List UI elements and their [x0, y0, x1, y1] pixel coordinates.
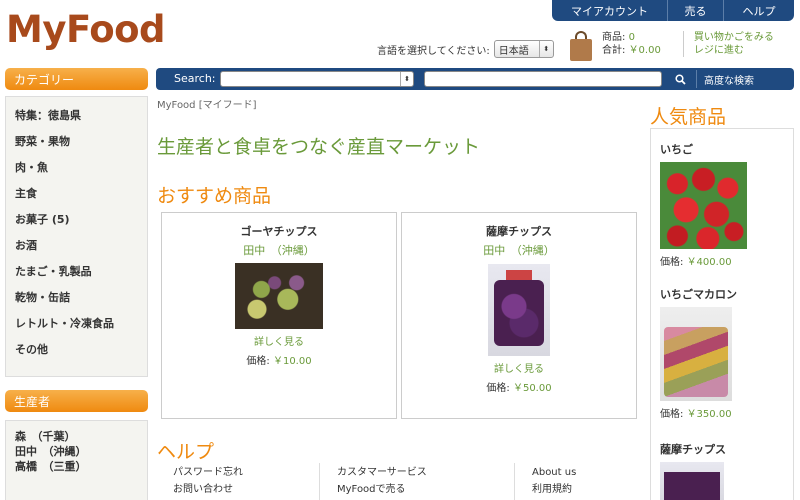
- producer-item[interactable]: 森 （千葉）: [15, 429, 138, 444]
- category-item[interactable]: 肉・魚: [6, 155, 147, 181]
- sell-link[interactable]: 売る: [668, 0, 724, 21]
- price-value: ￥10.00: [272, 356, 312, 367]
- category-item[interactable]: たまご・乳製品: [6, 259, 147, 285]
- category-item[interactable]: お菓子 (5): [6, 207, 147, 233]
- language-selector: 言語を選択してください: 日本語 ⬍: [377, 40, 554, 58]
- chevron-updown-icon: ⬍: [400, 72, 413, 86]
- sell-on-myfood-link[interactable]: MyFoodで売る: [337, 481, 427, 498]
- popular-item: いちごマカロン 価格: ￥350.00: [660, 286, 737, 420]
- category-item[interactable]: 乾物・缶詰: [6, 285, 147, 311]
- popular-title: 人気商品: [650, 106, 727, 128]
- category-item[interactable]: 野菜・果物: [6, 129, 147, 155]
- help-title: ヘルプ: [157, 441, 215, 463]
- product-card: 薩摩チップス 田中 （沖縄） 詳しく見る 価格: ￥50.00: [401, 212, 637, 419]
- view-cart-link[interactable]: 買い物かごをみる: [694, 31, 774, 44]
- help-column: パスワード忘れ お問い合わせ: [173, 464, 243, 498]
- product-card: ゴーヤチップス 田中 （沖縄） 詳しく見る 価格: ￥10.00: [161, 212, 397, 419]
- popular-item-name[interactable]: いちご: [660, 141, 747, 157]
- language-selected: 日本語: [498, 45, 529, 57]
- cart-total-value: ￥0.00: [628, 45, 661, 56]
- customer-service-link[interactable]: カスタマーサービス: [337, 464, 427, 481]
- product-farmer-link[interactable]: 田中 （沖縄）: [402, 242, 636, 258]
- details-link[interactable]: 詳しく見る: [402, 360, 636, 375]
- cart-total-label: 合計:: [602, 45, 626, 56]
- help-column: About us 利用規約: [532, 464, 576, 498]
- divider: [514, 463, 515, 500]
- language-select[interactable]: 日本語 ⬍: [493, 40, 554, 58]
- page-tagline: 生産者と食卓をつなぐ産直マーケット: [157, 136, 481, 158]
- price-value: ￥350.00: [686, 409, 732, 420]
- product-image[interactable]: [235, 263, 323, 329]
- my-account-link[interactable]: マイアカウント: [552, 0, 668, 21]
- product-image[interactable]: [660, 162, 747, 249]
- top-nav: マイアカウント 売る ヘルプ: [552, 0, 794, 21]
- search-icon: [674, 73, 686, 85]
- product-image[interactable]: [660, 462, 724, 500]
- divider: [319, 463, 320, 500]
- price-value: ￥400.00: [686, 257, 732, 268]
- cart-summary: 商品: 0 合計: ￥0.00 買い物かごをみる レジに進む: [570, 31, 774, 61]
- category-item[interactable]: お酒: [6, 233, 147, 259]
- price-label: 価格:: [660, 257, 684, 268]
- search-category-select[interactable]: ⬍: [220, 71, 414, 87]
- shopping-bag-icon[interactable]: [570, 31, 592, 61]
- popular-item-name[interactable]: いちごマカロン: [660, 286, 737, 302]
- product-farmer-link[interactable]: 田中 （沖縄）: [162, 242, 396, 258]
- producer-item[interactable]: 田中 （沖縄）: [15, 444, 138, 459]
- chevron-updown-icon: ⬍: [538, 41, 553, 57]
- product-image[interactable]: [660, 307, 732, 401]
- search-bar: Search: ⬍ 高度な検索: [156, 68, 794, 90]
- category-header: カテゴリー: [5, 68, 148, 90]
- recommended-title: おすすめ商品: [157, 185, 272, 207]
- popular-list: いちご 価格: ￥400.00 いちごマカロン 価格: ￥350.00 薩摩チッ…: [650, 128, 794, 500]
- price-value: ￥50.00: [512, 383, 552, 394]
- language-label: 言語を選択してください:: [377, 45, 490, 57]
- checkout-link[interactable]: レジに進む: [694, 44, 774, 57]
- cart-items-value: 0: [628, 32, 635, 43]
- category-item[interactable]: 特集：徳島県: [6, 103, 147, 129]
- about-us-link[interactable]: About us: [532, 464, 576, 481]
- price-label: 価格:: [660, 409, 684, 420]
- forgot-password-link[interactable]: パスワード忘れ: [173, 464, 243, 481]
- search-button[interactable]: [668, 70, 692, 88]
- divider: [696, 70, 697, 88]
- producer-item[interactable]: 高橋 （三重）: [15, 459, 138, 474]
- price-label: 価格:: [246, 356, 270, 367]
- product-name[interactable]: 薩摩チップス: [402, 223, 636, 239]
- popular-item: いちご 価格: ￥400.00: [660, 141, 747, 268]
- producer-list: 森 （千葉） 田中 （沖縄） 高橋 （三重）: [5, 420, 148, 500]
- divider: [682, 31, 684, 57]
- category-item[interactable]: レトルト・冷凍食品: [6, 311, 147, 337]
- popular-item-name[interactable]: 薩摩チップス: [660, 441, 726, 457]
- terms-link[interactable]: 利用規約: [532, 481, 576, 498]
- search-input[interactable]: [424, 71, 662, 87]
- product-name[interactable]: ゴーヤチップス: [162, 223, 396, 239]
- advanced-search-link[interactable]: 高度な検索: [704, 72, 754, 87]
- popular-item: 薩摩チップス: [660, 441, 726, 500]
- breadcrumb: MyFood [マイフード]: [157, 100, 257, 111]
- contact-link[interactable]: お問い合わせ: [173, 481, 243, 498]
- category-item[interactable]: 主食: [6, 181, 147, 207]
- price-label: 価格:: [486, 383, 510, 394]
- product-image[interactable]: [488, 264, 550, 356]
- site-logo[interactable]: MyFood: [6, 8, 166, 51]
- category-item[interactable]: その他: [6, 337, 147, 363]
- help-link[interactable]: ヘルプ: [724, 0, 794, 21]
- help-column: カスタマーサービス MyFoodで売る: [337, 464, 427, 498]
- details-link[interactable]: 詳しく見る: [162, 333, 396, 348]
- producer-header: 生産者: [5, 390, 148, 412]
- cart-items-label: 商品:: [602, 32, 626, 43]
- category-list: 特集：徳島県 野菜・果物 肉・魚 主食 お菓子 (5) お酒 たまご・乳製品 乾…: [5, 96, 148, 377]
- search-label: Search:: [174, 72, 216, 85]
